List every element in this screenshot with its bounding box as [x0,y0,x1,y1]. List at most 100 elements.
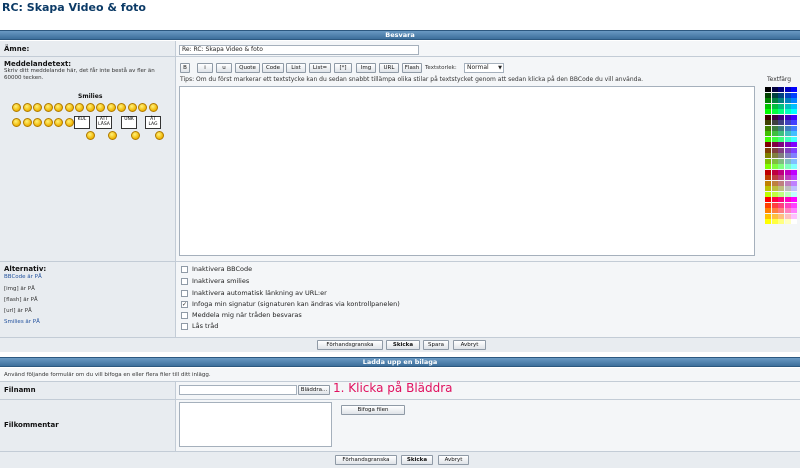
color-swatch[interactable] [784,208,791,213]
color-swatch[interactable] [765,158,771,164]
submit-button[interactable]: Skicka [386,340,420,350]
color-swatch[interactable] [765,131,771,136]
color-swatch[interactable] [765,114,771,120]
smiley-sign-icon[interactable]: ÅT LAG [145,116,161,129]
smiley-icon[interactable] [138,103,147,112]
color-swatch[interactable] [778,92,784,98]
color-swatch[interactable] [778,147,784,153]
color-swatch[interactable] [791,197,797,202]
color-swatch[interactable] [771,92,778,98]
italic-button[interactable]: i [197,63,213,73]
smiley-icon[interactable] [131,131,140,140]
color-swatch[interactable] [791,114,797,120]
color-swatch[interactable] [778,169,784,175]
color-swatch[interactable] [791,191,797,197]
color-swatch[interactable] [778,153,784,158]
code-button[interactable]: Code [262,63,284,73]
smiley-sign-icon[interactable]: KUL [74,116,90,129]
color-swatch[interactable] [791,208,797,213]
color-swatch[interactable] [765,136,771,142]
color-swatch[interactable] [778,125,784,131]
smiley-icon[interactable] [22,103,32,112]
smiley-icon[interactable] [108,131,117,140]
color-swatch[interactable] [765,186,771,191]
color-swatch[interactable] [765,169,771,175]
color-swatch[interactable] [778,120,784,125]
smiley-icon[interactable] [85,103,95,112]
smiley-icon[interactable] [64,103,74,112]
color-swatch[interactable] [765,202,771,208]
color-swatch[interactable] [778,114,784,120]
color-swatch[interactable] [771,180,778,186]
color-swatch[interactable] [778,158,784,164]
color-swatch[interactable] [771,103,778,109]
color-swatch[interactable] [771,219,778,224]
color-swatch[interactable] [771,158,778,164]
preview-button[interactable]: Förhandsgranska [317,340,383,350]
color-swatch[interactable] [791,142,797,147]
color-swatch[interactable] [771,114,778,120]
quote-button[interactable]: Quote [235,63,260,73]
color-swatch[interactable] [791,180,797,186]
message-textarea[interactable] [179,86,755,256]
checkbox[interactable] [181,312,188,319]
color-swatch[interactable] [771,213,778,219]
list-button[interactable]: List [286,63,306,73]
color-swatch[interactable] [784,164,791,169]
url-button[interactable]: URL [379,63,399,73]
color-swatch[interactable] [765,92,771,98]
bold-button[interactable]: B [180,63,190,73]
color-swatch[interactable] [791,131,797,136]
smiley-icon[interactable] [86,131,95,140]
smiley-icon[interactable] [22,118,32,127]
color-swatch[interactable] [771,169,778,175]
color-swatch[interactable] [765,180,771,186]
color-swatch[interactable] [765,125,771,131]
color-swatch[interactable] [771,136,778,142]
color-swatch[interactable] [778,180,784,186]
smilies-status[interactable]: Smilies är PÅ [4,317,40,329]
color-swatch[interactable] [765,208,771,213]
smiley-icon[interactable] [127,103,137,112]
smiley-icon[interactable] [96,103,105,112]
color-swatch[interactable] [771,109,778,114]
color-swatch[interactable] [765,164,771,169]
color-swatch[interactable] [771,131,778,136]
color-swatch[interactable] [765,175,771,180]
smiley-icon[interactable] [43,118,53,127]
color-swatch[interactable] [784,169,791,175]
color-swatch[interactable] [784,153,791,158]
smiley-icon[interactable] [117,103,126,112]
color-swatch[interactable] [771,98,778,103]
smiley-icon[interactable] [33,118,42,127]
color-swatch[interactable] [765,109,771,114]
save-button[interactable]: Spara [423,340,449,350]
cancel-button[interactable]: Avbryt [453,340,486,350]
color-swatch[interactable] [791,169,797,175]
color-swatch[interactable] [765,142,771,147]
color-swatch[interactable] [765,98,771,103]
upload-preview-button[interactable]: Förhandsgranska [335,455,397,465]
color-swatch[interactable] [771,125,778,131]
color-swatch[interactable] [778,164,784,169]
color-swatch[interactable] [784,213,791,219]
color-swatch[interactable] [765,103,771,109]
flash-button[interactable]: Flash [402,63,422,73]
color-swatch[interactable] [771,153,778,158]
color-swatch[interactable] [784,142,791,147]
checkbox[interactable] [181,266,188,273]
color-swatch[interactable] [778,87,784,92]
color-swatch[interactable] [765,147,771,153]
smiley-icon[interactable] [12,103,21,112]
upload-cancel-button[interactable]: Avbryt [438,455,469,465]
color-swatch[interactable] [784,131,791,136]
color-swatch[interactable] [771,197,778,202]
color-palette[interactable] [765,87,797,224]
color-swatch[interactable] [778,109,784,114]
color-swatch[interactable] [784,180,791,186]
smiley-icon[interactable] [12,118,21,127]
color-swatch[interactable] [765,213,771,219]
smiley-icon[interactable] [106,103,116,112]
color-swatch[interactable] [778,175,784,180]
color-swatch[interactable] [784,219,791,224]
